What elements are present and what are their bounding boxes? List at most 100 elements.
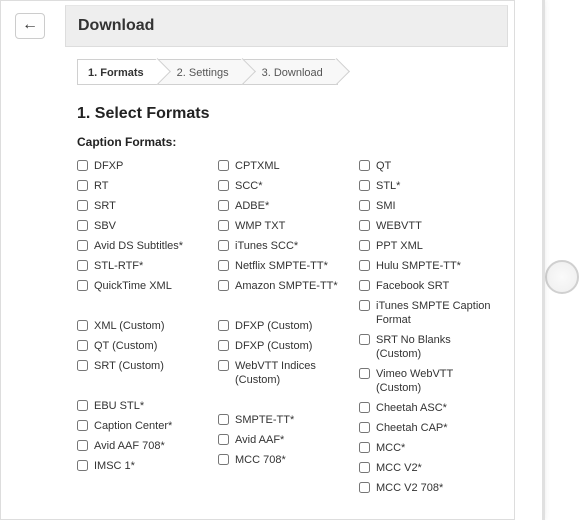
step-2[interactable]: 2. Settings bbox=[158, 59, 244, 85]
format-label[interactable]: Cheetah CAP* bbox=[376, 421, 496, 435]
format-checkbox[interactable] bbox=[77, 180, 88, 191]
format-checkbox[interactable] bbox=[359, 220, 370, 231]
format-checkbox[interactable] bbox=[77, 200, 88, 211]
section-title: 1. Select Formats bbox=[77, 105, 496, 123]
format-label[interactable]: Caption Center* bbox=[94, 419, 214, 433]
format-checkbox[interactable] bbox=[77, 340, 88, 351]
format-label[interactable]: Netflix SMPTE-TT* bbox=[235, 259, 355, 273]
format-label[interactable]: PPT XML bbox=[376, 239, 496, 253]
format-label[interactable]: EBU STL* bbox=[94, 399, 214, 413]
format-option bbox=[218, 299, 355, 313]
format-label[interactable]: WEBVTT bbox=[376, 219, 496, 233]
format-checkbox[interactable] bbox=[77, 240, 88, 251]
format-label[interactable]: SRT (Custom) bbox=[94, 359, 214, 373]
format-label[interactable]: STL* bbox=[376, 179, 496, 193]
format-checkbox[interactable] bbox=[218, 160, 229, 171]
format-checkbox[interactable] bbox=[359, 422, 370, 433]
format-label[interactable]: STL-RTF* bbox=[94, 259, 214, 273]
format-label[interactable]: Vimeo WebVTT (Custom) bbox=[376, 367, 496, 395]
format-checkbox[interactable] bbox=[359, 260, 370, 271]
format-label[interactable]: QuickTime XML bbox=[94, 279, 214, 293]
format-label[interactable]: Cheetah ASC* bbox=[376, 401, 496, 415]
format-checkbox[interactable] bbox=[359, 280, 370, 291]
format-label[interactable]: QT (Custom) bbox=[94, 339, 214, 353]
format-checkbox[interactable] bbox=[77, 160, 88, 171]
format-label[interactable]: DFXP bbox=[94, 159, 214, 173]
format-checkbox[interactable] bbox=[77, 220, 88, 231]
format-checkbox[interactable] bbox=[218, 414, 229, 425]
format-checkbox[interactable] bbox=[77, 320, 88, 331]
format-checkbox[interactable] bbox=[218, 454, 229, 465]
format-label[interactable]: DFXP (Custom) bbox=[235, 339, 355, 353]
format-checkbox[interactable] bbox=[359, 368, 370, 379]
format-label[interactable]: MCC* bbox=[376, 441, 496, 455]
page-header: Download bbox=[65, 5, 508, 47]
format-label[interactable]: MCC V2 708* bbox=[376, 481, 496, 495]
format-checkbox[interactable] bbox=[359, 334, 370, 345]
format-checkbox[interactable] bbox=[77, 440, 88, 451]
format-label[interactable]: Amazon SMPTE-TT* bbox=[235, 279, 355, 293]
format-label[interactable]: MCC 708* bbox=[235, 453, 355, 467]
format-checkbox[interactable] bbox=[218, 280, 229, 291]
format-checkbox[interactable] bbox=[218, 260, 229, 271]
format-option: QT (Custom) bbox=[77, 339, 214, 353]
format-checkbox[interactable] bbox=[359, 300, 370, 311]
format-checkbox[interactable] bbox=[359, 482, 370, 493]
format-checkbox[interactable] bbox=[218, 220, 229, 231]
format-label[interactable]: DFXP (Custom) bbox=[235, 319, 355, 333]
format-label[interactable]: SCC* bbox=[235, 179, 355, 193]
format-label[interactable]: iTunes SCC* bbox=[235, 239, 355, 253]
format-checkbox[interactable] bbox=[218, 320, 229, 331]
format-checkbox[interactable] bbox=[218, 360, 229, 371]
format-option: STL-RTF* bbox=[77, 259, 214, 273]
format-label[interactable]: QT bbox=[376, 159, 496, 173]
format-checkbox[interactable] bbox=[218, 200, 229, 211]
format-checkbox[interactable] bbox=[77, 280, 88, 291]
format-option: Vimeo WebVTT (Custom) bbox=[359, 367, 496, 395]
format-checkbox[interactable] bbox=[77, 400, 88, 411]
format-checkbox[interactable] bbox=[218, 180, 229, 191]
format-label[interactable]: WMP TXT bbox=[235, 219, 355, 233]
format-label[interactable]: Facebook SRT bbox=[376, 279, 496, 293]
back-button[interactable]: ← bbox=[15, 13, 45, 39]
format-label[interactable]: XML (Custom) bbox=[94, 319, 214, 333]
format-label[interactable]: ADBE* bbox=[235, 199, 355, 213]
format-label[interactable]: iTunes SMPTE Caption Format bbox=[376, 299, 496, 327]
format-checkbox[interactable] bbox=[359, 240, 370, 251]
format-checkbox[interactable] bbox=[359, 462, 370, 473]
format-label[interactable]: Avid AAF 708* bbox=[94, 439, 214, 453]
format-label[interactable]: MCC V2* bbox=[376, 461, 496, 475]
step-3[interactable]: 3. Download bbox=[243, 59, 338, 85]
format-label[interactable]: SRT bbox=[94, 199, 214, 213]
format-label[interactable]: IMSC 1* bbox=[94, 459, 214, 473]
step-1[interactable]: 1. Formats bbox=[77, 59, 159, 85]
format-label[interactable]: Avid AAF* bbox=[235, 433, 355, 447]
format-checkbox[interactable] bbox=[359, 200, 370, 211]
format-label[interactable]: SRT No Blanks (Custom) bbox=[376, 333, 496, 361]
format-checkbox[interactable] bbox=[359, 160, 370, 171]
format-checkbox[interactable] bbox=[218, 340, 229, 351]
format-label[interactable]: RT bbox=[94, 179, 214, 193]
format-checkbox[interactable] bbox=[218, 434, 229, 445]
format-label[interactable]: SMI bbox=[376, 199, 496, 213]
format-checkbox[interactable] bbox=[77, 460, 88, 471]
home-button[interactable] bbox=[545, 260, 579, 294]
format-option: QuickTime XML bbox=[77, 279, 214, 293]
format-label[interactable]: SBV bbox=[94, 219, 214, 233]
format-label[interactable]: Hulu SMPTE-TT* bbox=[376, 259, 496, 273]
format-option: DFXP (Custom) bbox=[218, 339, 355, 353]
format-label[interactable]: WebVTT Indices (Custom) bbox=[235, 359, 355, 387]
format-checkbox[interactable] bbox=[77, 260, 88, 271]
format-checkbox[interactable] bbox=[359, 442, 370, 453]
format-label[interactable]: CPTXML bbox=[235, 159, 355, 173]
content-area: 1. Formats2. Settings3. Download 1. Sele… bbox=[65, 47, 508, 519]
format-option bbox=[359, 501, 496, 515]
format-option: Cheetah ASC* bbox=[359, 401, 496, 415]
format-checkbox[interactable] bbox=[77, 420, 88, 431]
format-checkbox[interactable] bbox=[359, 402, 370, 413]
format-checkbox[interactable] bbox=[359, 180, 370, 191]
format-checkbox[interactable] bbox=[77, 360, 88, 371]
format-checkbox[interactable] bbox=[218, 240, 229, 251]
format-label[interactable]: SMPTE-TT* bbox=[235, 413, 355, 427]
format-label[interactable]: Avid DS Subtitles* bbox=[94, 239, 214, 253]
